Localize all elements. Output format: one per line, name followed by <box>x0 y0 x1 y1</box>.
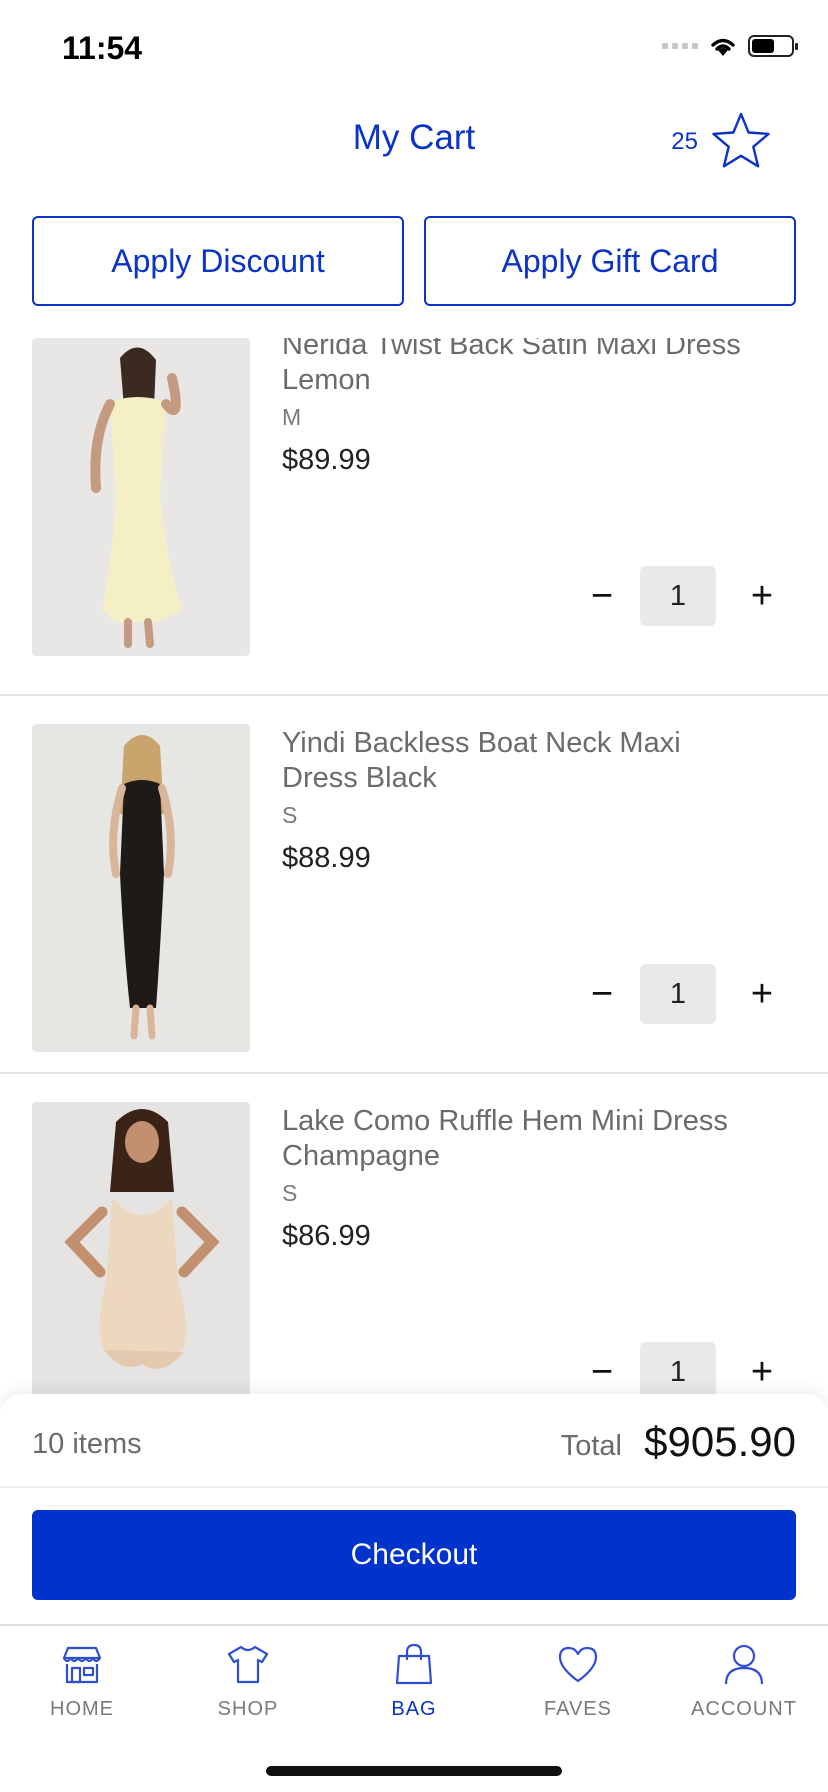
decrease-quantity-button[interactable]: − <box>582 970 622 1018</box>
tab-label-home: HOME <box>50 1698 114 1720</box>
tab-label-account: ACCOUNT <box>691 1698 797 1720</box>
increase-quantity-button[interactable]: + <box>742 1348 782 1394</box>
increase-quantity-button[interactable]: + <box>742 572 782 620</box>
status-bar: 11:54 <box>0 0 828 96</box>
tab-label-bag: BAG <box>391 1698 437 1720</box>
tab-faves[interactable]: FAVES <box>498 1640 658 1740</box>
wifi-icon <box>711 38 735 56</box>
quantity-stepper: − 1 + <box>582 964 782 1024</box>
decrease-quantity-button[interactable]: − <box>582 572 622 620</box>
decrease-quantity-button[interactable]: − <box>582 1348 622 1394</box>
status-time: 11:54 <box>62 30 143 66</box>
product-price: $89.99 <box>282 444 371 476</box>
product-image-lake-como[interactable] <box>32 1102 250 1394</box>
cart-item: Lake Como Ruffle Hem Mini Dress Champagn… <box>0 1074 828 1394</box>
cart-item: Nerida Twist Back Satin Maxi Dress Lemon… <box>0 338 828 696</box>
shopping-bag-icon <box>395 1643 433 1685</box>
heart-icon <box>558 1646 598 1683</box>
quantity-value: 1 <box>640 964 716 1024</box>
star-icon[interactable] <box>710 110 772 172</box>
tab-account[interactable]: ACCOUNT <box>664 1640 824 1740</box>
cart-item: Yindi Backless Boat Neck Maxi Dress Blac… <box>0 696 828 1074</box>
total-value: $905.90 <box>644 1418 796 1465</box>
product-image-nerida[interactable] <box>32 338 250 656</box>
quantity-stepper: − 1 + <box>582 1342 782 1394</box>
apply-gift-card-button[interactable]: Apply Gift Card <box>424 216 796 306</box>
increase-quantity-button[interactable]: + <box>742 970 782 1018</box>
items-count: 10 items <box>32 1428 142 1460</box>
account-icon <box>724 1644 764 1685</box>
product-name[interactable]: Yindi Backless Boat Neck Maxi Dress Blac… <box>282 726 762 796</box>
cart-list[interactable]: Nerida Twist Back Satin Maxi Dress Lemon… <box>0 338 828 1394</box>
product-image-yindi[interactable] <box>32 724 250 1052</box>
tab-home[interactable]: HOME <box>2 1640 162 1740</box>
cart-summary: 10 items Total $905.90 Checkout <box>0 1394 828 1624</box>
product-name[interactable]: Nerida Twist Back Satin Maxi Dress Lemon <box>282 338 762 398</box>
favorites-count: 25 <box>671 128 698 155</box>
tab-bag[interactable]: BAG <box>334 1640 494 1740</box>
tab-label-shop: SHOP <box>217 1698 279 1720</box>
summary-divider <box>0 1486 828 1488</box>
checkout-button[interactable]: Checkout <box>32 1510 796 1600</box>
quantity-value: 1 <box>640 566 716 626</box>
product-size: S <box>282 802 298 828</box>
quantity-value: 1 <box>640 1342 716 1394</box>
cellular-signal-icon <box>662 43 698 49</box>
battery-icon <box>748 35 798 57</box>
quantity-stepper: − 1 + <box>582 566 782 626</box>
home-indicator <box>266 1766 562 1776</box>
total-label: Total <box>560 1430 622 1462</box>
tab-shop[interactable]: SHOP <box>168 1640 328 1740</box>
product-size: M <box>282 404 302 430</box>
page-title: My Cart <box>352 118 476 157</box>
product-name[interactable]: Lake Como Ruffle Hem Mini Dress Champagn… <box>282 1104 762 1174</box>
apply-discount-button[interactable]: Apply Discount <box>32 216 404 306</box>
product-size: S <box>282 1180 298 1206</box>
tab-label-faves: FAVES <box>544 1698 612 1720</box>
status-icons <box>662 34 798 58</box>
storefront-icon <box>62 1646 102 1684</box>
cart-actions: Apply Discount Apply Gift Card <box>32 216 796 306</box>
product-price: $88.99 <box>282 842 371 874</box>
tshirt-icon <box>227 1645 269 1684</box>
header: My Cart 25 <box>0 96 828 186</box>
product-price: $86.99 <box>282 1220 371 1252</box>
